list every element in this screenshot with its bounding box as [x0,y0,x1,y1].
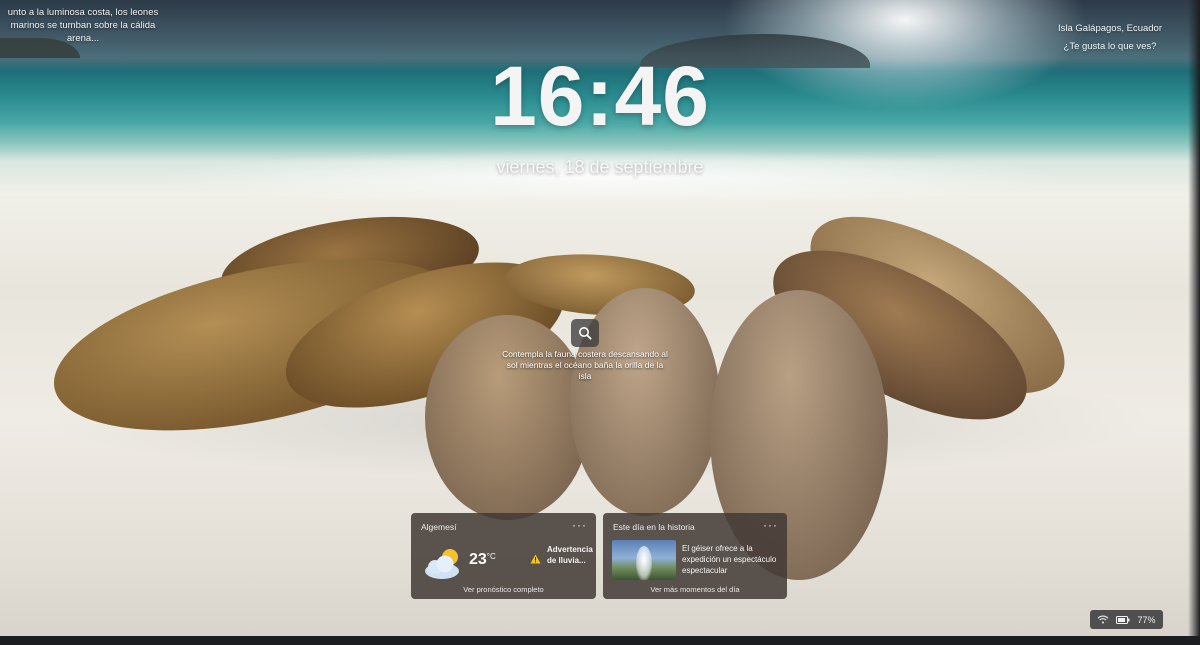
temperature-unit: °C [486,552,496,561]
more-options-button[interactable]: ··· [572,518,587,532]
search-icon [579,327,592,340]
battery-icon [1116,615,1130,624]
full-forecast-link[interactable]: Ver pronóstico completo [411,585,596,594]
geyser-plume [636,546,652,580]
temperature-value: 23 [469,551,487,568]
warning-icon [530,554,541,564]
like-image-prompt[interactable]: ¿Te gusta lo que ves? [1045,38,1175,56]
more-moments-link[interactable]: Ver más momentos del día [603,585,787,594]
weather-location: Algemesí [421,522,457,532]
history-widget[interactable]: Este día en la historia ··· El géiser of… [603,513,787,599]
history-story-link[interactable]: El géiser ofrece a la expedición un espe… [682,543,784,576]
lock-clock: 16:46 [490,49,710,143]
weather-widget[interactable]: Algemesí ··· 23°C Advertencia de lluvia.… [411,513,596,599]
more-options-button[interactable]: ··· [763,518,778,532]
monitor-bezel-right [1188,0,1200,645]
rain-alert-link[interactable]: Advertencia de lluvia... [547,544,593,566]
image-search-button[interactable] [571,319,599,347]
battery-percent: 77% [1137,614,1156,625]
history-title: Este día en la historia [613,522,695,532]
image-caption: unto a la luminosa costa, los leones mar… [7,7,159,44]
image-description: Contempla la fauna costera descansando a… [502,349,668,381]
geyser-thumbnail[interactable] [612,540,676,580]
temperature: 23°C [469,551,496,569]
image-location: Isla Galápagos, Ecuador [1057,23,1163,34]
wifi-icon [1098,615,1109,624]
monitor-bezel-bottom [0,636,1200,645]
sea-lion [425,315,590,520]
lock-date: viernes, 18 de septiembre [496,157,704,177]
status-tray[interactable]: 77% [1090,610,1163,629]
image-location-panel[interactable]: Isla Galápagos, Ecuador ¿Te gusta lo que… [1045,20,1175,56]
partly-cloudy-icon [425,549,459,579]
